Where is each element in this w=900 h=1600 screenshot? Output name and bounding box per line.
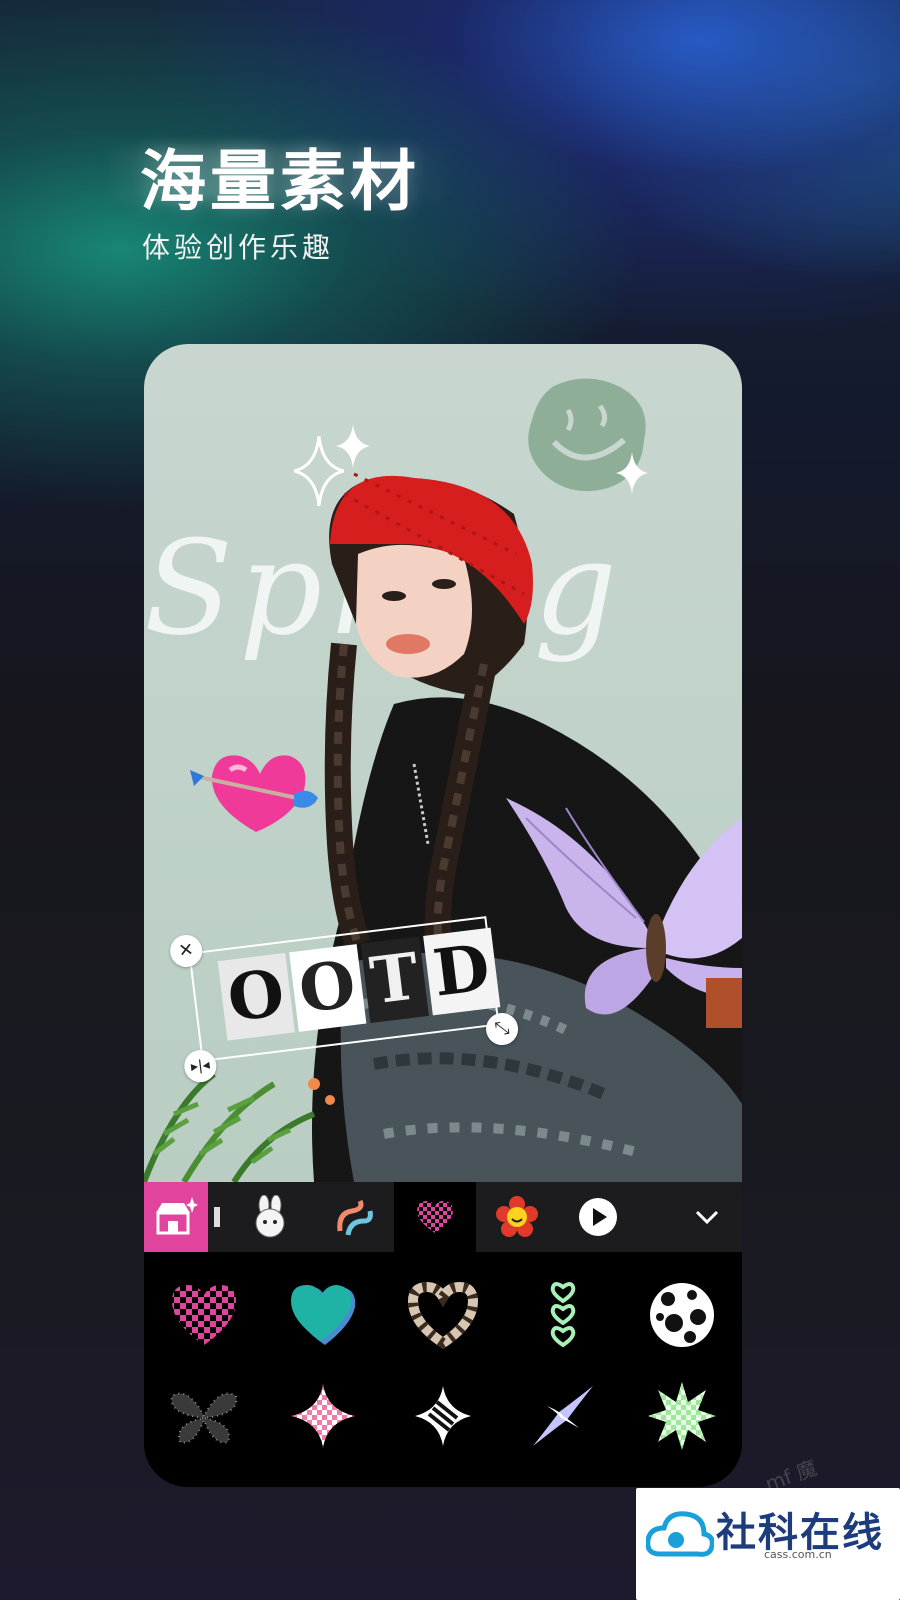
sticker-item[interactable]	[144, 1366, 264, 1468]
lilac-spark-icon	[532, 1386, 593, 1447]
glitter-butterfly-icon	[170, 1392, 238, 1444]
sticker-item[interactable]	[383, 1366, 503, 1468]
sticker-tab-partial[interactable]	[208, 1182, 226, 1252]
triple-heart-chain-icon	[550, 1281, 575, 1348]
pink-checker-heart-icon	[171, 1284, 236, 1345]
sticker-tab-bunny[interactable]	[226, 1182, 314, 1252]
phone-mockup: Spring	[144, 344, 742, 1487]
ootd-letters: O O T D	[217, 927, 500, 1041]
sticker-item[interactable]	[503, 1366, 623, 1468]
plant-decoration	[144, 1071, 335, 1182]
ootd-letter: O	[288, 944, 366, 1032]
play-icon	[579, 1198, 617, 1236]
sticker-category-bar	[144, 1182, 742, 1252]
cow-print-ball-icon	[650, 1282, 715, 1347]
sticker-item[interactable]	[503, 1264, 623, 1366]
zebra-heart-icon	[407, 1281, 478, 1349]
zebra-star-icon	[414, 1386, 471, 1447]
bunny-sticker-icon	[255, 1195, 285, 1238]
sticker-item[interactable]	[144, 1264, 264, 1366]
pink-checker-star-icon	[291, 1384, 356, 1449]
sticker-item[interactable]	[383, 1264, 503, 1366]
headline: 海量素材	[140, 143, 420, 220]
squiggle-sticker-icon	[337, 1199, 373, 1236]
ootd-letter: O	[217, 952, 295, 1041]
flower-smiley-icon	[496, 1196, 538, 1237]
sticker-grid	[144, 1252, 742, 1487]
ootd-letter: D	[423, 927, 500, 1016]
expand-panel-button[interactable]	[672, 1182, 742, 1252]
sticker-tab-flower[interactable]	[476, 1182, 558, 1252]
sticker-store-tab[interactable]	[144, 1182, 208, 1252]
teal-heart-icon	[291, 1284, 356, 1345]
chevron-down-icon	[695, 1210, 719, 1225]
sticker-item[interactable]	[622, 1264, 742, 1366]
watermark-url: cass.com.cn	[764, 1548, 832, 1561]
butterfly-sticker-icon[interactable]	[506, 798, 742, 1028]
sticker-item[interactable]	[264, 1366, 384, 1468]
green-checker-burst-icon	[648, 1382, 717, 1451]
cloud-logo-icon	[646, 1511, 714, 1557]
editing-canvas[interactable]: Spring	[144, 344, 742, 1182]
sticker-item[interactable]	[264, 1264, 384, 1366]
sticker-tab-animated[interactable]	[558, 1182, 638, 1252]
checker-heart-icon	[417, 1201, 453, 1233]
sticker-store-icon	[156, 1197, 198, 1235]
ootd-letter: T	[360, 936, 430, 1024]
sticker-tab-hearts[interactable]	[394, 1182, 476, 1252]
sticker-tab-squiggle[interactable]	[314, 1182, 394, 1252]
heart-arrow-sticker-icon[interactable]	[190, 746, 320, 836]
subheadline: 体验创作乐趣	[142, 231, 335, 264]
sticker-item[interactable]	[622, 1366, 742, 1468]
